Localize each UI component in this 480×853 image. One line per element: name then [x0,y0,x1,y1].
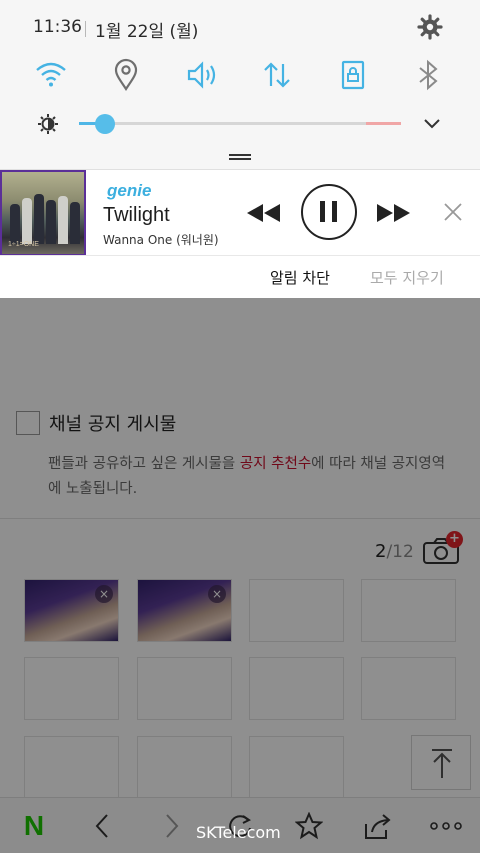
pause-button[interactable] [301,184,357,240]
clear-all-button[interactable]: 모두 지우기 [370,267,444,288]
chevron-down-icon[interactable] [421,114,443,134]
date: 1월 22일 (월) [95,22,199,42]
album-figure [70,202,80,244]
song-title: Twilight [103,204,170,226]
album-figure [10,204,20,244]
album-figure [46,200,56,244]
location-icon[interactable] [109,58,143,92]
close-icon[interactable] [443,202,463,222]
brightness-track[interactable] [79,122,401,125]
clock: 11:36 [33,17,82,37]
brightness-slider-thumb[interactable] [94,114,115,134]
album-art: 1÷1=ONE [0,170,86,256]
quick-settings-panel: 11:36 1월 22일 (월) [0,0,480,169]
brightness-icon [38,114,58,134]
screen-rotation-lock-icon[interactable] [336,58,370,92]
bluetooth-icon[interactable] [411,58,445,92]
previous-track-icon[interactable] [247,204,281,222]
album-figure [22,198,32,244]
gear-icon[interactable] [417,14,443,40]
album-figure [58,196,68,244]
album-figure [34,194,44,244]
notification-actions: 알림 차단 모두 지우기 [0,255,480,298]
next-track-icon[interactable] [376,204,410,222]
drag-handle[interactable] [229,154,251,160]
pause-icon [320,201,337,222]
artist-name: Wanna One (워너원) [103,233,219,247]
wifi-icon[interactable] [34,58,68,92]
app-name: genie [107,181,152,200]
sound-icon[interactable] [185,58,219,92]
brightness-overheat-zone [366,122,401,125]
block-notifications-button[interactable]: 알림 차단 [270,267,330,288]
carrier-label: SKTelecom [196,823,281,842]
album-caption: 1÷1=ONE [8,241,39,248]
separator [85,21,86,37]
mobile-data-icon[interactable] [260,58,294,92]
media-notification[interactable]: 1÷1=ONE genie Twilight Wanna One (워너원) [0,169,480,256]
